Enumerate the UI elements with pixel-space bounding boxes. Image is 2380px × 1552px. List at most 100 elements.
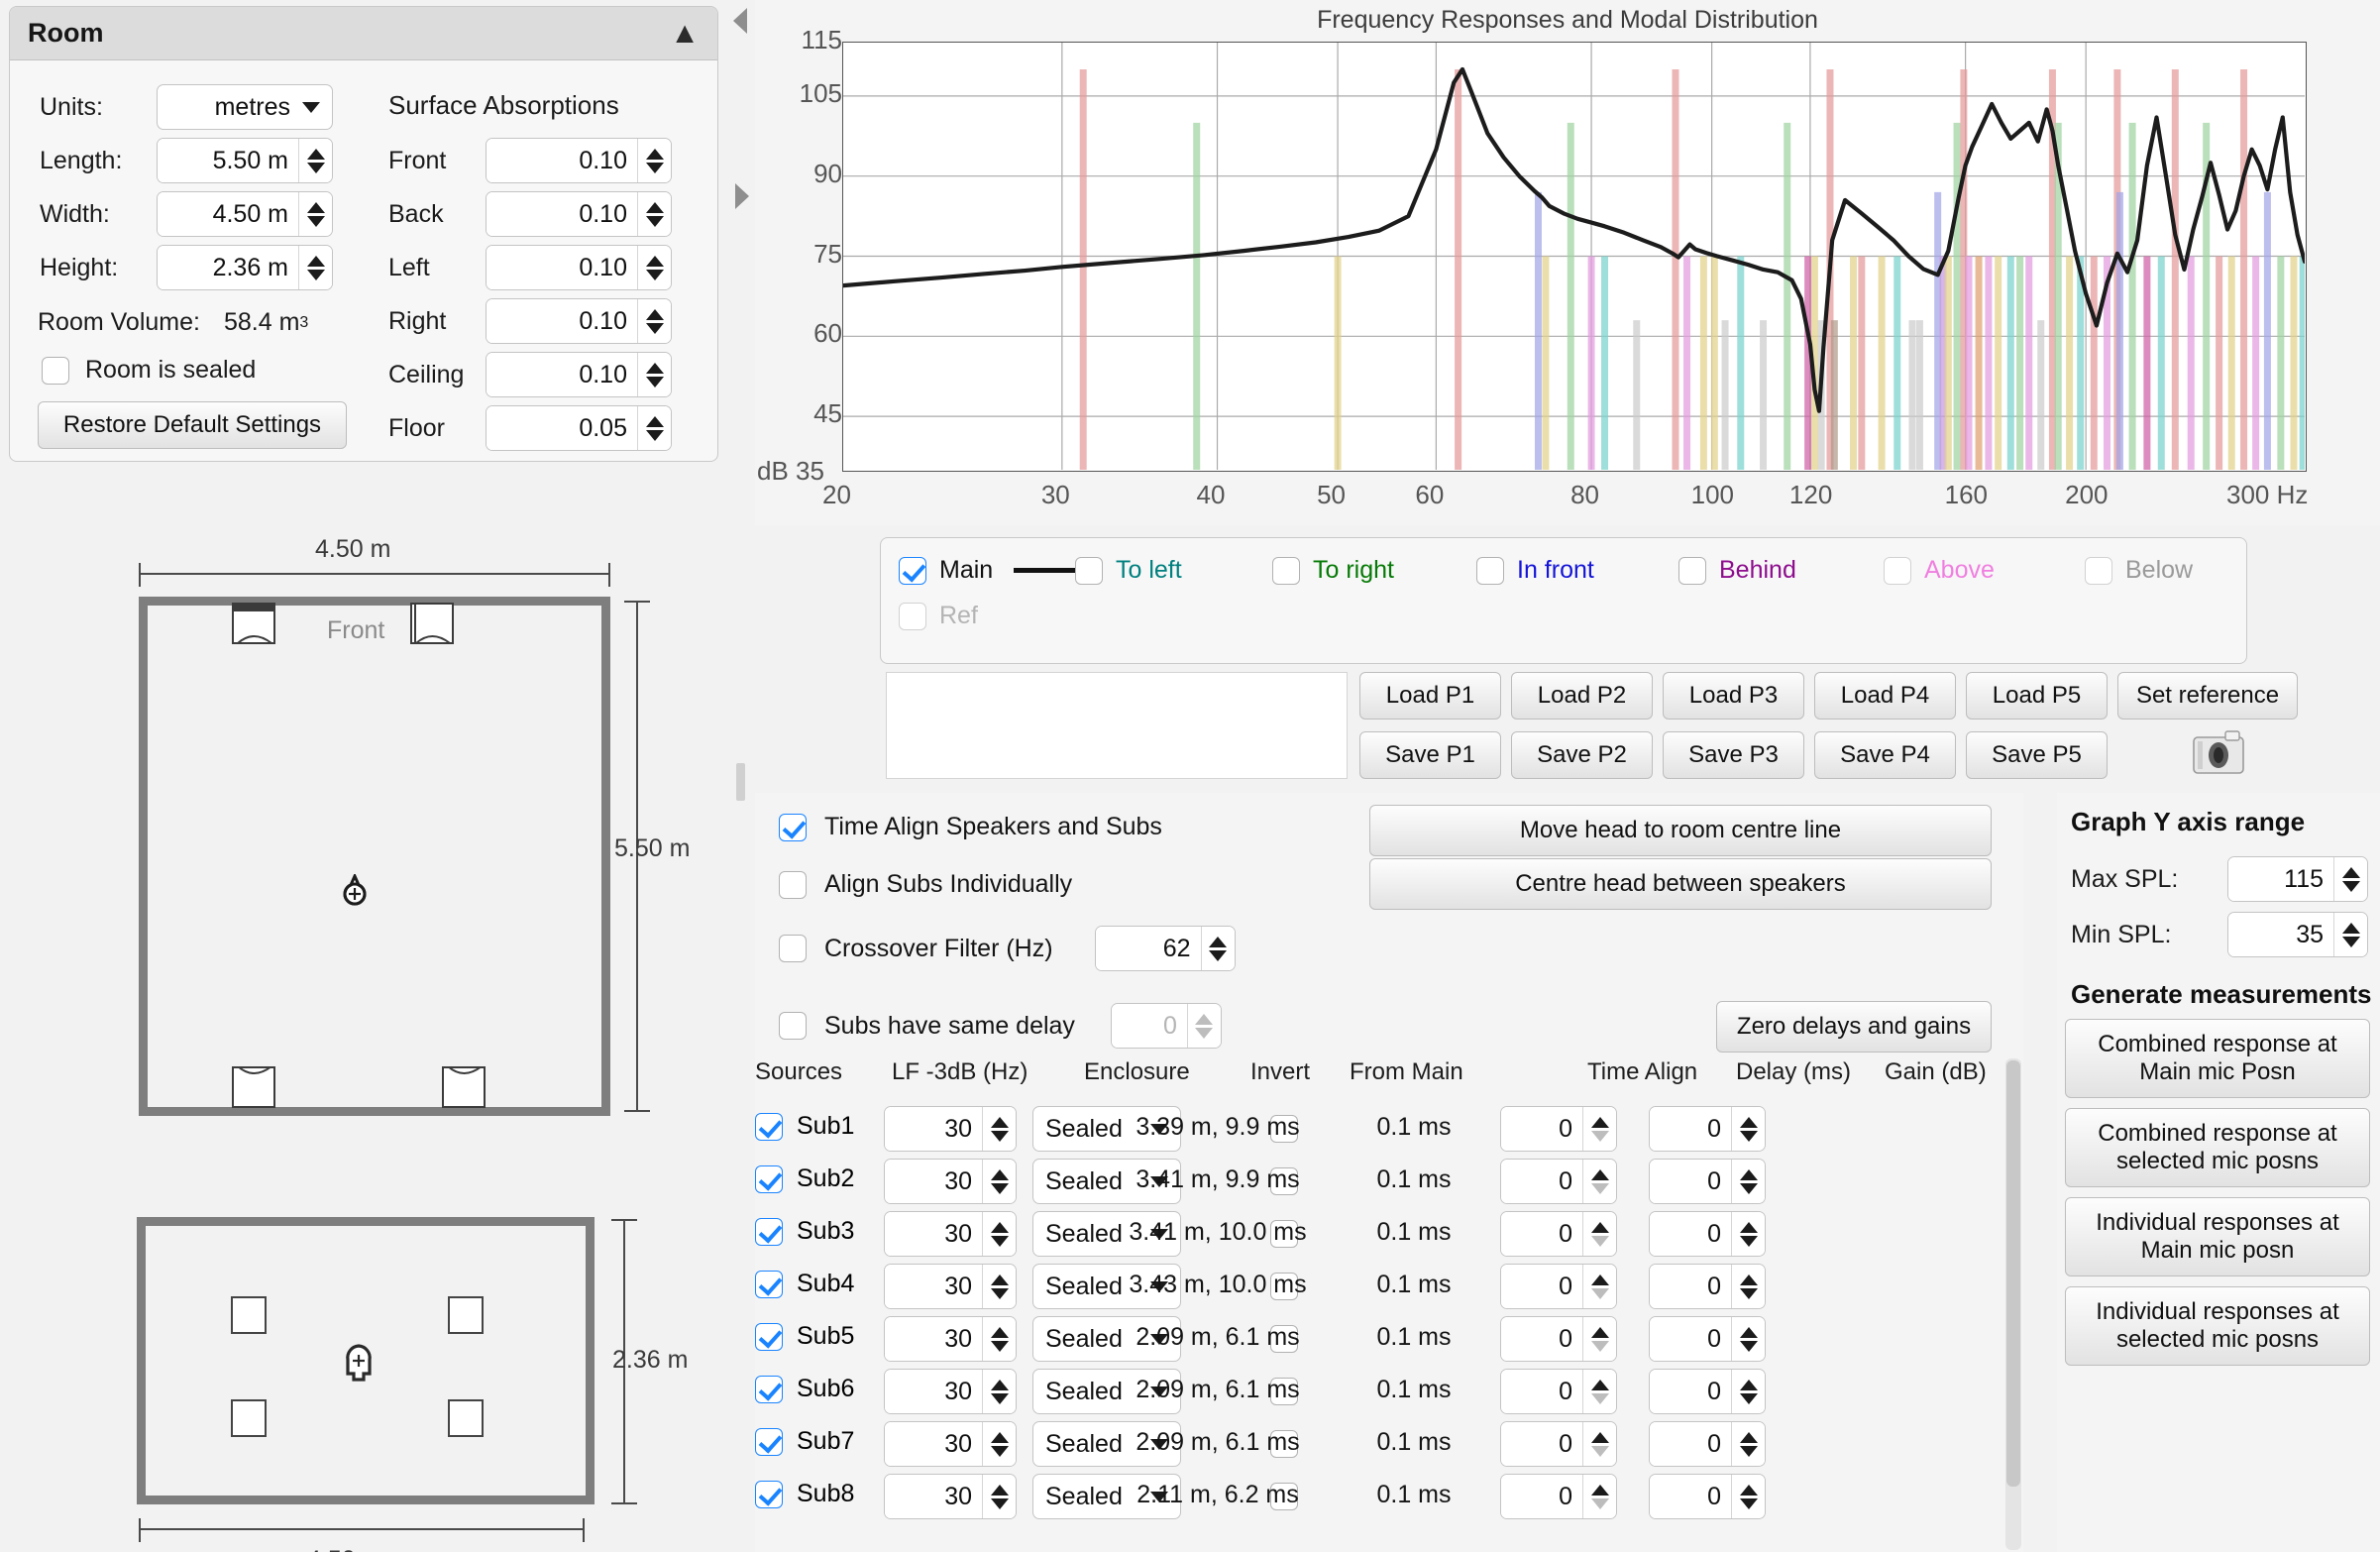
- triangle-down-icon[interactable]: [990, 1182, 1009, 1194]
- triangle-down-icon[interactable]: [990, 1130, 1009, 1142]
- lf-3db-stepper[interactable]: 30: [884, 1264, 1017, 1309]
- triangle-down-icon[interactable]: [1739, 1235, 1758, 1247]
- triangle-down-icon[interactable]: [645, 376, 664, 388]
- absorption-stepper-floor[interactable]: 0.05: [486, 405, 672, 451]
- frequency-response-chart[interactable]: Frequency Responses and Modal Distributi…: [755, 0, 2380, 525]
- checkbox-icon[interactable]: [899, 556, 926, 585]
- legend-item-below[interactable]: Below: [2085, 556, 2193, 585]
- restore-default-settings-button[interactable]: Restore Default Settings: [38, 401, 347, 449]
- save-preset-3-button[interactable]: Save P3: [1663, 731, 1804, 779]
- length-spin[interactable]: [298, 139, 332, 182]
- triangle-up-icon[interactable]: [1590, 1221, 1609, 1233]
- legend-item-in-front[interactable]: In front: [1476, 556, 1594, 585]
- absorption-stepper-left[interactable]: 0.10: [486, 245, 672, 290]
- legend-item-main[interactable]: Main: [899, 556, 1078, 585]
- lf-spin[interactable]: [982, 1370, 1016, 1413]
- triangle-up-icon[interactable]: [1739, 1116, 1758, 1128]
- table-row[interactable]: Sub8 30 Sealed 2.11 m, 6.2 ms 0.1 ms 0 0: [755, 1470, 2003, 1522]
- delay-spin[interactable]: [1582, 1265, 1616, 1308]
- triangle-down-icon[interactable]: [1739, 1287, 1758, 1299]
- gain-stepper[interactable]: 0: [1649, 1369, 1766, 1414]
- checkbox-icon[interactable]: [779, 870, 807, 899]
- lf-3db-stepper[interactable]: 30: [884, 1369, 1017, 1414]
- triangle-up-icon[interactable]: [645, 201, 664, 213]
- min-spl-spin[interactable]: [2333, 913, 2367, 956]
- legend-item-ref[interactable]: Ref: [899, 602, 978, 630]
- gain-stepper[interactable]: 0: [1649, 1264, 1766, 1309]
- triangle-up-icon[interactable]: [990, 1379, 1009, 1390]
- lf-spin[interactable]: [982, 1265, 1016, 1308]
- triangle-up-icon[interactable]: [1195, 1013, 1214, 1025]
- gain-spin[interactable]: [1731, 1475, 1765, 1518]
- gain-spin[interactable]: [1731, 1107, 1765, 1151]
- crossover-filter-row[interactable]: Crossover Filter (Hz) 62: [779, 926, 1236, 971]
- checkbox-icon[interactable]: [1678, 556, 1706, 585]
- triangle-down-icon[interactable]: [1739, 1445, 1758, 1457]
- room-is-sealed-checkbox[interactable]: Room is sealed: [42, 356, 256, 385]
- triangle-down-icon[interactable]: [645, 269, 664, 280]
- delay-spin[interactable]: [1582, 1422, 1616, 1466]
- triangle-up-icon[interactable]: [1739, 1431, 1758, 1443]
- gain-stepper[interactable]: 0: [1649, 1159, 1766, 1204]
- camera-icon[interactable]: [2190, 727, 2247, 777]
- triangle-up-icon[interactable]: [1590, 1484, 1609, 1496]
- triangle-up-icon[interactable]: [1590, 1116, 1609, 1128]
- triangle-up-icon[interactable]: [1739, 1274, 1758, 1285]
- absorption-spin-front[interactable]: [637, 139, 671, 182]
- elev-box-upper-right[interactable]: [448, 1296, 484, 1334]
- crossover-spin[interactable]: [1200, 927, 1235, 970]
- splitter-grip[interactable]: [736, 763, 745, 801]
- table-row[interactable]: Sub3 30 Sealed 3.41 m, 10.0 ms 0.1 ms 0 0: [755, 1207, 2003, 1260]
- gain-spin[interactable]: [1731, 1370, 1765, 1413]
- table-row[interactable]: Sub5 30 Sealed 2.09 m, 6.1 ms 0.1 ms 0 0: [755, 1312, 2003, 1365]
- absorption-spin-right[interactable]: [637, 299, 671, 343]
- triangle-up-icon[interactable]: [1590, 1274, 1609, 1285]
- delay-spin[interactable]: [1582, 1212, 1616, 1256]
- elev-box-upper-left[interactable]: [231, 1296, 267, 1334]
- checkbox-icon[interactable]: [755, 1480, 783, 1508]
- generate-button-4[interactable]: Individual responses at selected mic pos…: [2065, 1286, 2370, 1366]
- lf-spin[interactable]: [982, 1422, 1016, 1466]
- generate-button-3[interactable]: Individual responses at Main mic posn: [2065, 1197, 2370, 1276]
- delay-spin[interactable]: [1582, 1475, 1616, 1518]
- triangle-down-icon[interactable]: [990, 1235, 1009, 1247]
- delay-spin[interactable]: [1582, 1370, 1616, 1413]
- table-row[interactable]: Sub1 30 Sealed 3.39 m, 9.9 ms 0.1 ms 0 0: [755, 1102, 2003, 1155]
- triangle-up-icon[interactable]: [1739, 1221, 1758, 1233]
- subs-table-scrollbar[interactable]: [2005, 1058, 2021, 1550]
- triangle-down-icon[interactable]: [990, 1392, 1009, 1404]
- gain-stepper[interactable]: 0: [1649, 1211, 1766, 1257]
- table-row[interactable]: Sub7 30 Sealed 2.09 m, 6.1 ms 0.1 ms 0 0: [755, 1417, 2003, 1470]
- speaker-front-right[interactable]: [410, 603, 454, 644]
- checkbox-icon[interactable]: [779, 813, 807, 841]
- triangle-down-icon[interactable]: [1195, 1027, 1214, 1039]
- lf-spin[interactable]: [982, 1475, 1016, 1518]
- move-head-to-centre-line-button[interactable]: Move head to room centre line: [1369, 805, 1992, 856]
- triangle-up-icon[interactable]: [990, 1116, 1009, 1128]
- checkbox-icon[interactable]: [755, 1322, 783, 1351]
- triangle-up-icon[interactable]: [990, 1274, 1009, 1285]
- triangle-up-icon[interactable]: [2341, 866, 2360, 878]
- triangle-down-icon[interactable]: [1590, 1182, 1609, 1194]
- triangle-up-icon[interactable]: [1209, 936, 1228, 947]
- legend-item-to-right[interactable]: To right: [1272, 556, 1394, 585]
- triangle-up-icon[interactable]: [1739, 1168, 1758, 1180]
- set-reference-button[interactable]: Set reference: [2117, 672, 2298, 720]
- absorption-stepper-ceiling[interactable]: 0.10: [486, 352, 672, 397]
- sub-enable-sub1[interactable]: Sub1: [755, 1112, 854, 1141]
- lf-spin[interactable]: [982, 1160, 1016, 1203]
- triangle-up-icon[interactable]: [645, 362, 664, 374]
- chart-plot-area[interactable]: [840, 42, 2308, 472]
- triangle-up-icon[interactable]: [645, 148, 664, 160]
- checkbox-icon[interactable]: [755, 1112, 783, 1141]
- lf-spin[interactable]: [982, 1107, 1016, 1151]
- save-preset-4-button[interactable]: Save P4: [1814, 731, 1956, 779]
- width-stepper[interactable]: 4.50 m: [157, 191, 333, 237]
- notes-box[interactable]: [886, 672, 1348, 779]
- triangle-down-icon[interactable]: [1739, 1392, 1758, 1404]
- checkbox-icon[interactable]: [755, 1375, 783, 1403]
- gain-spin[interactable]: [1731, 1317, 1765, 1361]
- triangle-up-icon[interactable]: [2341, 922, 2360, 934]
- delay-spin[interactable]: [1582, 1107, 1616, 1151]
- lf-3db-stepper[interactable]: 30: [884, 1159, 1017, 1204]
